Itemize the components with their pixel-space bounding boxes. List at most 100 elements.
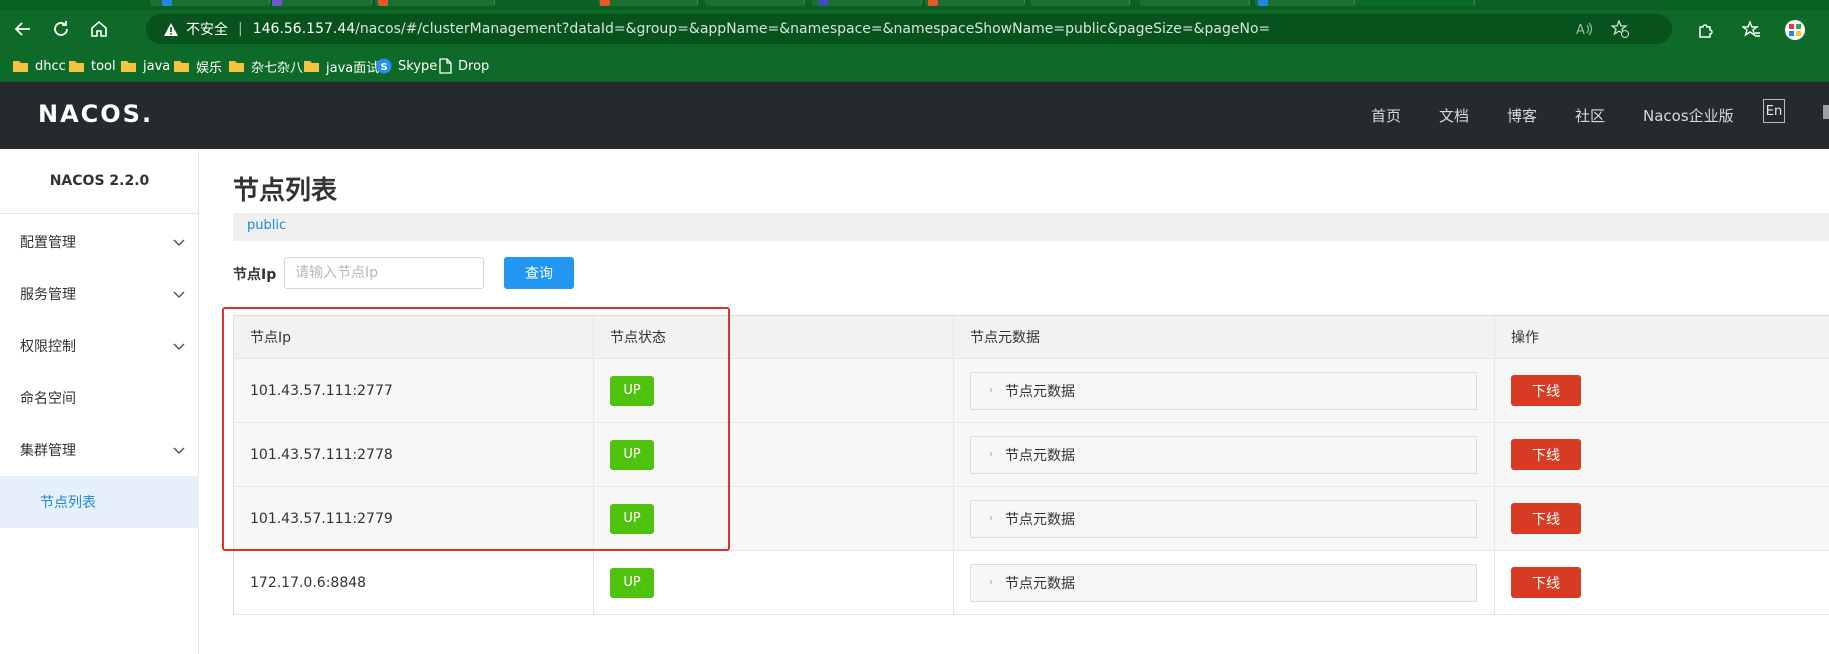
sidebar-item-cluster-management[interactable]: 集群管理 bbox=[0, 424, 199, 476]
column-header-actions: 操作 bbox=[1494, 316, 1829, 358]
sidebar-item-label: 集群管理 bbox=[20, 443, 76, 459]
folder-icon bbox=[228, 59, 245, 73]
node-ip-cell: 172.17.0.6:8848 bbox=[233, 551, 593, 614]
node-status-cell: UP bbox=[593, 487, 953, 550]
address-bar[interactable]: 不安全 | 146.56.157.44 /nacos/#/clusterMana… bbox=[146, 14, 1672, 44]
browser-tab[interactable] bbox=[375, 0, 495, 6]
metadata-expander[interactable]: › 节点元数据 bbox=[970, 371, 1477, 410]
favorites-star-icon bbox=[1742, 21, 1760, 37]
refresh-icon bbox=[54, 21, 68, 36]
nav-enterprise-link[interactable]: Nacos企业版 bbox=[1643, 105, 1734, 126]
bookmark-label: dhcc bbox=[35, 58, 66, 74]
warning-icon bbox=[162, 20, 180, 38]
bookmarks-bar: dhcc tool java 娱乐 杂七杂八 java面试 S Skype Dr… bbox=[0, 50, 1829, 82]
node-status-cell: UP bbox=[593, 551, 953, 614]
node-metadata-cell: › 节点元数据 bbox=[953, 551, 1494, 614]
offline-button[interactable]: 下线 bbox=[1511, 503, 1581, 534]
svg-text:S: S bbox=[381, 62, 388, 73]
sidebar-item-label: 节点列表 bbox=[40, 495, 96, 511]
table-row: 172.17.0.6:8848 UP › 节点元数据 下线 bbox=[233, 551, 1829, 615]
bookmark-label: java面试 bbox=[326, 60, 380, 76]
browser-tab[interactable] bbox=[1255, 0, 1355, 6]
metadata-label: 节点元数据 bbox=[1005, 511, 1075, 528]
bookmark-misc[interactable]: 杂七杂八 bbox=[228, 56, 303, 76]
browser-tab[interactable] bbox=[705, 0, 805, 6]
browser-tab[interactable] bbox=[812, 0, 922, 6]
version-label: NACOS 2.2.0 bbox=[49, 173, 150, 189]
language-switch-button[interactable]: En bbox=[1763, 99, 1785, 123]
bookmark-java[interactable]: java bbox=[120, 56, 170, 76]
back-button[interactable] bbox=[8, 14, 38, 44]
sidebar-item-service-management[interactable]: 服务管理 bbox=[0, 268, 199, 320]
refresh-button[interactable] bbox=[46, 14, 76, 44]
nav-blog-link[interactable]: 博客 bbox=[1507, 105, 1537, 126]
node-status-cell: UP bbox=[593, 359, 953, 422]
namespace-link[interactable]: public bbox=[247, 218, 286, 233]
metadata-expander[interactable]: › 节点元数据 bbox=[970, 563, 1477, 602]
header-overflow bbox=[1823, 105, 1829, 119]
node-ip-filter-label: 节点Ip bbox=[233, 267, 277, 283]
sidebar-item-node-list[interactable]: 节点列表 bbox=[0, 476, 199, 528]
tab-favicon-icon bbox=[272, 0, 282, 6]
nav-community-link[interactable]: 社区 bbox=[1575, 105, 1605, 126]
caret-right-icon: › bbox=[989, 577, 993, 588]
metadata-label: 节点元数据 bbox=[1005, 383, 1075, 400]
status-badge: UP bbox=[610, 439, 654, 470]
column-header-node-status: 节点状态 bbox=[593, 316, 953, 358]
bookmark-skype[interactable]: S Skype bbox=[376, 56, 437, 76]
query-button[interactable]: 查询 bbox=[504, 257, 574, 289]
bookmark-tool[interactable]: tool bbox=[68, 56, 116, 76]
nav-home-link[interactable]: 首页 bbox=[1371, 105, 1401, 126]
favorites-button[interactable] bbox=[1735, 14, 1767, 46]
bookmark-label: Skype bbox=[398, 58, 438, 74]
bookmark-dhcc[interactable]: dhcc bbox=[12, 56, 66, 76]
app-header: NACOS. 首页 文档 博客 社区 Nacos企业版 En bbox=[0, 82, 1829, 149]
back-arrow-icon bbox=[14, 22, 30, 36]
sidebar-item-access-control[interactable]: 权限控制 bbox=[0, 320, 199, 372]
puzzle-icon bbox=[1699, 24, 1713, 38]
offline-button[interactable]: 下线 bbox=[1511, 567, 1581, 598]
node-status-cell: UP bbox=[593, 423, 953, 486]
browser-tab[interactable] bbox=[1030, 0, 1130, 6]
folder-icon bbox=[173, 59, 190, 73]
table-row: 101.43.57.111:2777 UP › 节点元数据 下线 bbox=[233, 359, 1829, 423]
browser-tab[interactable] bbox=[925, 0, 1025, 6]
metadata-expander[interactable]: › 节点元数据 bbox=[970, 435, 1477, 474]
tab-favicon-icon bbox=[162, 0, 172, 6]
insecure-label[interactable]: 不安全 bbox=[186, 19, 228, 39]
folder-icon bbox=[68, 59, 85, 73]
node-ip-cell: 101.43.57.111:2777 bbox=[233, 359, 593, 422]
metadata-label: 节点元数据 bbox=[1005, 447, 1075, 464]
offline-button[interactable]: 下线 bbox=[1511, 375, 1581, 406]
bookmark-java-interview[interactable]: java面试 bbox=[303, 56, 379, 76]
browser-tab[interactable] bbox=[1140, 0, 1250, 6]
read-aloud-button[interactable]: A bbox=[1570, 14, 1600, 44]
browser-tab[interactable] bbox=[598, 0, 698, 6]
table-header-row: 节点Ip 节点状态 节点元数据 操作 bbox=[233, 316, 1829, 359]
extensions-button[interactable] bbox=[1690, 14, 1722, 46]
nacos-logo[interactable]: NACOS. bbox=[38, 100, 153, 128]
metadata-expander[interactable]: › 节点元数据 bbox=[970, 499, 1477, 538]
tab-favicon-icon bbox=[378, 0, 388, 6]
sidebar-item-label: 配置管理 bbox=[20, 235, 76, 251]
nav-docs-link[interactable]: 文档 bbox=[1439, 105, 1469, 126]
browser-tab[interactable] bbox=[272, 0, 372, 6]
bookmark-drop[interactable]: Drop bbox=[439, 56, 489, 76]
chevron-down-icon bbox=[173, 239, 185, 246]
profile-avatar-icon bbox=[1785, 20, 1805, 40]
profile-button[interactable] bbox=[1779, 14, 1811, 46]
bookmark-entertainment[interactable]: 娱乐 bbox=[173, 56, 222, 76]
sidebar-item-config-management[interactable]: 配置管理 bbox=[0, 216, 199, 268]
offline-button[interactable]: 下线 bbox=[1511, 439, 1581, 470]
sidebar-item-label: 命名空间 bbox=[20, 391, 76, 407]
node-ip-search-input[interactable] bbox=[284, 257, 484, 289]
folder-icon bbox=[12, 59, 29, 73]
sidebar-item-label: 权限控制 bbox=[20, 339, 76, 355]
caret-right-icon: › bbox=[989, 385, 993, 396]
sidebar-item-namespace[interactable]: 命名空间 bbox=[0, 372, 199, 424]
add-favorite-button[interactable] bbox=[1605, 14, 1635, 44]
node-action-cell: 下线 bbox=[1494, 487, 1829, 550]
home-button[interactable] bbox=[84, 14, 114, 44]
browser-tab-active[interactable] bbox=[1355, 0, 1475, 6]
read-aloud-icon: A bbox=[1576, 22, 1593, 37]
